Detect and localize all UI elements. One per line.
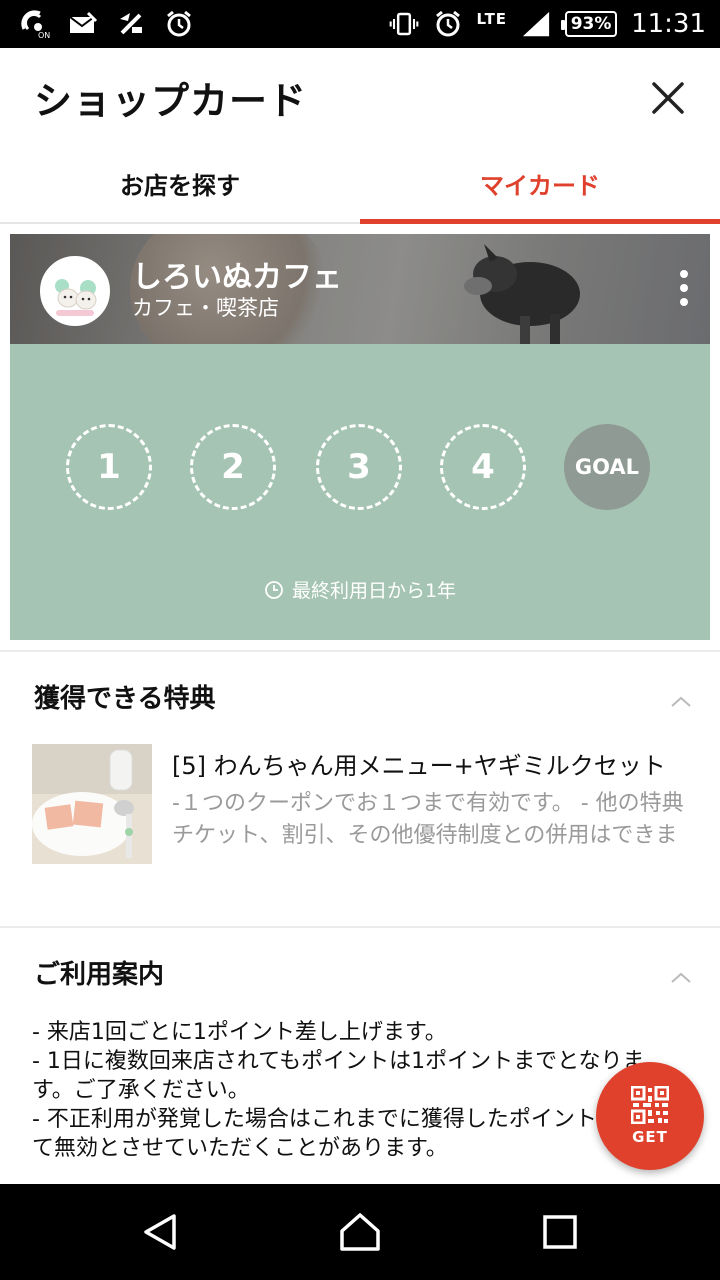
shop-category: カフェ・喫茶店 — [132, 296, 279, 320]
get-points-button[interactable]: GET — [596, 1062, 704, 1170]
expiry-info: 最終利用日から1年 — [10, 576, 710, 603]
guide-section-title: ご利用案内 — [34, 960, 165, 990]
tab-my-card[interactable]: マイカード — [360, 144, 720, 224]
battery-indicator: 93% — [561, 11, 618, 37]
alarm-icon — [164, 9, 194, 39]
stamp-slot-1: 1 — [66, 424, 152, 510]
stamp-slot-2: 2 — [190, 424, 276, 510]
mail-icon — [68, 9, 98, 39]
shop-card[interactable]: しろいぬカフェ カフェ・喫茶店 1 2 3 4 GOAL 最終利用日から1年 — [10, 234, 710, 640]
stamp-row: 1 2 3 4 GOAL — [66, 424, 666, 510]
back-button[interactable] — [136, 1208, 184, 1256]
benefit-thumbnail[interactable] — [32, 744, 152, 864]
tab-bar: お店を探す マイカード — [0, 144, 720, 224]
section-divider — [0, 926, 720, 928]
recents-square-icon — [543, 1215, 577, 1249]
nfc-on-icon: ON — [20, 9, 50, 39]
get-button-label: GET — [632, 1128, 668, 1146]
qr-code-icon — [631, 1086, 669, 1124]
clock-icon — [265, 580, 283, 599]
card-header-photo: しろいぬカフェ カフェ・喫茶店 — [10, 234, 710, 344]
shop-name: しろいぬカフェ — [132, 260, 342, 295]
stamp-slot-3: 3 — [316, 424, 402, 510]
signal-icon — [521, 9, 551, 39]
benefits-section-title: 獲得できる特典 — [34, 684, 216, 714]
benefit-item-description: -１つのクーポンでお１つまで有効です。 - 他の特典チケット、割引、その他優待制… — [172, 791, 684, 848]
guide-text: - 来店1回ごとに1ポイント差し上げます。 - 1日に複数回来店されてもポイント… — [32, 1020, 663, 1161]
svg-text:ON: ON — [38, 31, 50, 39]
chevron-up-icon — [671, 972, 691, 983]
close-icon — [652, 82, 684, 114]
stamp-area: 1 2 3 4 GOAL 最終利用日から1年 — [10, 344, 710, 640]
guide-collapse-button[interactable] — [668, 968, 694, 988]
alarm-icon — [433, 9, 463, 39]
recents-button[interactable] — [536, 1208, 584, 1256]
home-icon — [340, 1213, 380, 1251]
stamp-slot-4: 4 — [440, 424, 526, 510]
tab-find-shop[interactable]: お店を探す — [0, 144, 360, 222]
goal-stamp: GOAL — [564, 424, 650, 510]
vibrate-icon — [389, 9, 419, 39]
chevron-up-icon — [671, 696, 691, 707]
home-button[interactable] — [336, 1208, 384, 1256]
shop-logo — [40, 256, 110, 326]
benefits-collapse-button[interactable] — [668, 692, 694, 712]
more-options-button[interactable] — [670, 266, 698, 310]
more-vert-icon — [680, 270, 688, 278]
benefit-item-title[interactable]: [5] わんちゃん用メニュー+ヤギミルクセット — [172, 746, 692, 781]
app-header: ショップカード — [0, 48, 720, 144]
download-icon — [116, 9, 146, 39]
back-triangle-icon — [144, 1214, 176, 1250]
page-title: ショップカード — [34, 79, 308, 123]
navigation-bar — [0, 1184, 720, 1280]
clock: 11:31 — [631, 9, 706, 39]
network-type: LTE — [476, 10, 508, 28]
expiry-text: 最終利用日から1年 — [291, 580, 457, 602]
close-button[interactable] — [640, 72, 696, 124]
status-bar: ON LTE 93% 11:31 — [0, 0, 720, 48]
section-divider — [0, 650, 720, 652]
